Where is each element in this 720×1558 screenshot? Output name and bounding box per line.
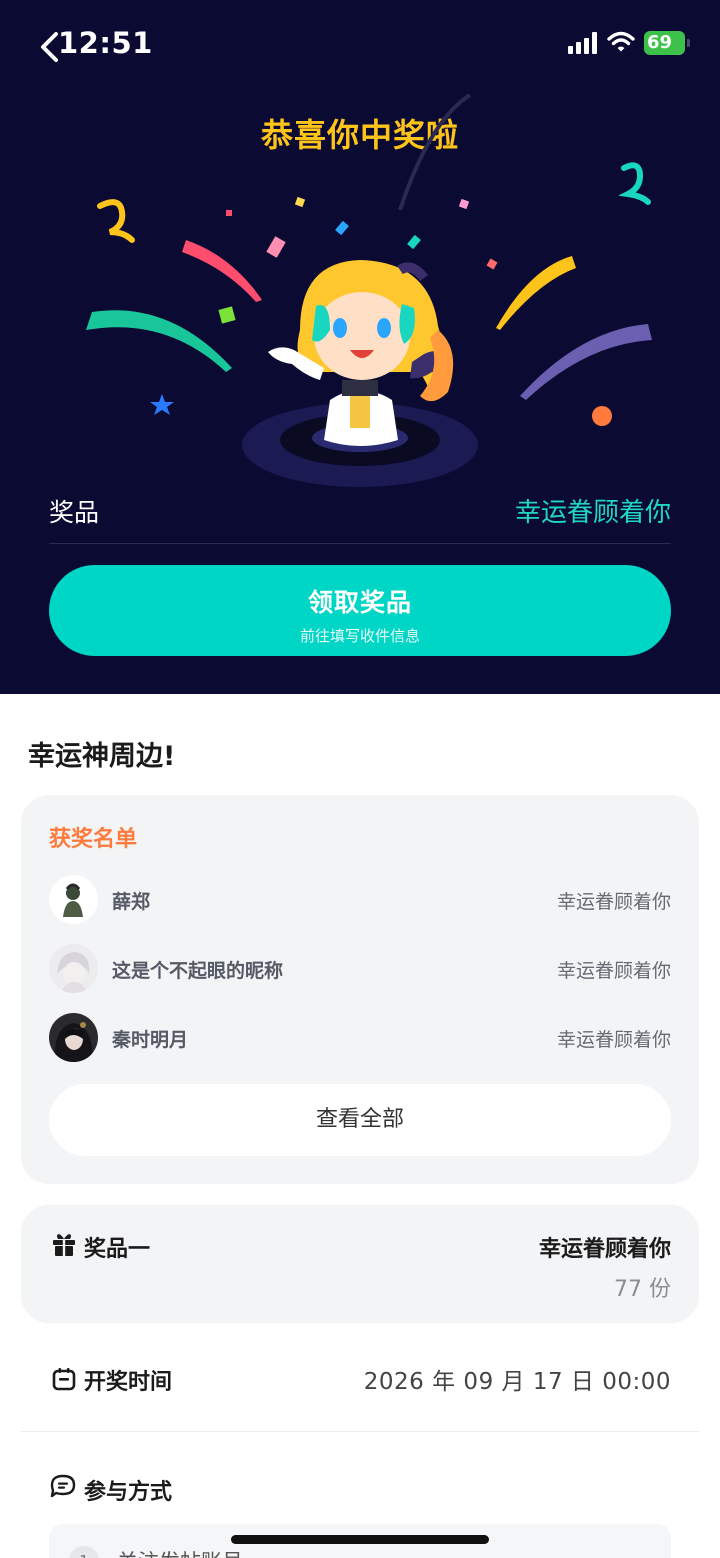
gift-icon xyxy=(53,1234,75,1256)
draw-time-row: 开奖时间 2026 年 09 月 17 日 00:00 xyxy=(21,1340,699,1432)
winner-row[interactable]: 这是个不起眼的昵称 幸运眷顾着你 xyxy=(49,944,671,994)
draw-time-value: 2026 年 09 月 17 日 00:00 xyxy=(363,1369,671,1395)
claim-prize-button[interactable]: 领取奖品 前往填写收件信息 xyxy=(49,565,671,656)
prize-item-card: 奖品一 幸运眷顾着你 77 份 xyxy=(21,1205,699,1323)
chat-icon xyxy=(50,1474,76,1498)
avatar xyxy=(49,944,98,993)
mascot-illustration xyxy=(86,93,652,487)
winners-heading: 获奖名单 xyxy=(49,827,138,852)
prize-hero: 12:51 69 恭喜你中奖啦 奖品 幸运眷顾着你 领取奖品 前往填写收件信息 xyxy=(0,0,720,694)
home-indicator[interactable] xyxy=(231,1535,489,1544)
winners-card: 获奖名单 薛郑 幸运眷顾着你 这是个不起眼的昵称 幸运眷顾着你 秦时明月 幸运眷… xyxy=(21,795,699,1184)
participation-label: 参与方式 xyxy=(84,1480,173,1505)
prize-item-count: 77 份 xyxy=(614,1277,671,1302)
step-number: 1 xyxy=(69,1546,99,1558)
battery-level: 69 xyxy=(647,32,673,53)
prize-row: 奖品 幸运眷顾着你 xyxy=(49,490,671,544)
avatar xyxy=(49,875,98,924)
winner-prize: 幸运眷顾着你 xyxy=(556,891,671,913)
winner-name: 这是个不起眼的昵称 xyxy=(112,960,284,982)
claim-prize-subtitle: 前往填写收件信息 xyxy=(299,627,420,645)
status-bar: 12:51 69 xyxy=(0,0,720,90)
signal-icon xyxy=(568,32,597,54)
participation-row: 参与方式 xyxy=(21,1450,699,1520)
view-all-button[interactable]: 查看全部 xyxy=(49,1084,671,1156)
winner-name: 薛郑 xyxy=(112,891,151,913)
prize-item-label: 奖品一 xyxy=(84,1237,151,1262)
status-time: 12:51 xyxy=(58,26,153,60)
winner-row[interactable]: 薛郑 幸运眷顾着你 xyxy=(49,875,671,925)
calendar-icon xyxy=(52,1368,76,1391)
streamer-yellow xyxy=(496,256,576,330)
winner-prize: 幸运眷顾着你 xyxy=(556,1029,671,1051)
prize-item-name: 幸运眷顾着你 xyxy=(538,1237,671,1262)
prize-label: 奖品 xyxy=(49,498,100,527)
avatar xyxy=(49,1013,98,1062)
streamer-green xyxy=(86,310,232,372)
streamer-red xyxy=(182,240,262,302)
winner-prize: 幸运眷顾着你 xyxy=(556,960,671,982)
winner-row[interactable]: 秦时明月 幸运眷顾着你 xyxy=(49,1013,671,1063)
battery-indicator: 69 xyxy=(644,31,690,55)
wifi-icon xyxy=(607,31,635,52)
section-title: 幸运神周边! xyxy=(28,741,176,772)
draw-time-label: 开奖时间 xyxy=(84,1370,173,1395)
streamer-purple xyxy=(520,324,652,400)
winner-name: 秦时明月 xyxy=(112,1029,189,1051)
step-text: 关注发帖账号 xyxy=(117,1546,243,1558)
claim-prize-title: 领取奖品 xyxy=(307,588,412,617)
prize-value: 幸运眷顾着你 xyxy=(514,498,671,528)
